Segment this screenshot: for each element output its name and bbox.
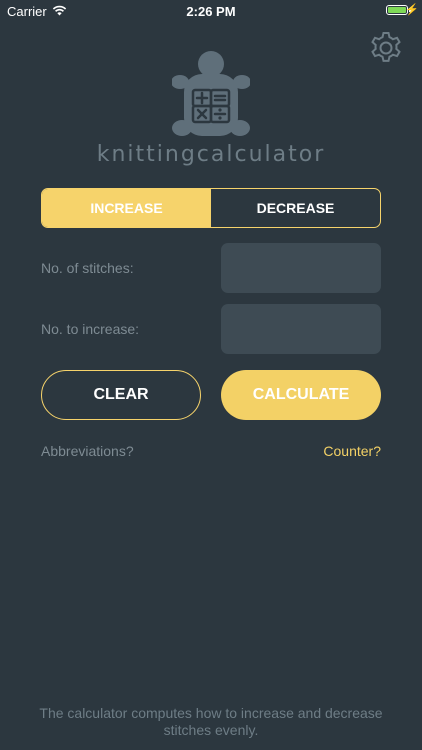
footer-description: The calculator computes how to increase … xyxy=(39,705,383,738)
increase-count-input[interactable] xyxy=(221,304,381,354)
increase-count-label: No. to increase: xyxy=(41,321,140,337)
mode-segmented-control: INCREASE DECREASE xyxy=(41,188,381,228)
calculate-button[interactable]: CALCULATE xyxy=(221,370,381,420)
stitches-input[interactable] xyxy=(221,243,381,293)
abbreviations-link[interactable]: Abbreviations? xyxy=(41,443,134,459)
clear-button[interactable]: CLEAR xyxy=(41,370,201,420)
tab-decrease[interactable]: DECREASE xyxy=(211,189,380,227)
app-name-title: knittingcalculator xyxy=(96,142,326,167)
turtle-calculator-logo-icon xyxy=(171,50,251,140)
stitches-label: No. of stitches: xyxy=(41,260,134,276)
charging-bolt-icon: ⚡ xyxy=(405,4,419,16)
counter-link[interactable]: Counter? xyxy=(323,443,381,459)
clock-time: 2:26 PM xyxy=(186,4,236,19)
tab-increase[interactable]: INCREASE xyxy=(42,189,211,227)
status-bar: Carrier 2:26 PM ⚡ xyxy=(0,0,422,22)
battery-level-fill xyxy=(388,7,406,13)
settings-gear-icon[interactable] xyxy=(368,30,404,66)
